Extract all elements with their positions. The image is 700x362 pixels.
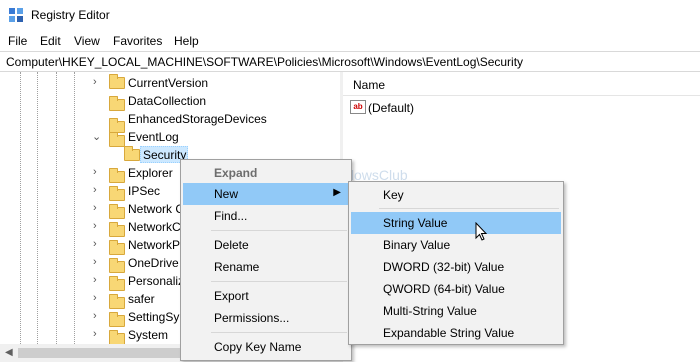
chevron-right-icon[interactable]: ›: [93, 202, 103, 214]
folder-icon: [109, 74, 125, 89]
menu-view[interactable]: View: [74, 34, 100, 48]
submenu-item-string-value[interactable]: String Value: [351, 212, 561, 234]
folder-icon: [109, 312, 125, 327]
title-bar: Registry Editor: [0, 0, 700, 30]
column-name-label: Name: [353, 78, 386, 92]
address-bar[interactable]: Computer\HKEY_LOCAL_MACHINE\SOFTWARE\Pol…: [0, 51, 700, 72]
context-item-expand[interactable]: Expand: [183, 162, 349, 184]
new-submenu: Key String Value Binary Value DWORD (32-…: [348, 181, 564, 345]
context-item-copy-key-name[interactable]: Copy Key Name: [183, 336, 349, 358]
chevron-right-icon[interactable]: ›: [93, 310, 103, 322]
menu-separator: [379, 208, 559, 209]
menu-help[interactable]: Help: [174, 34, 199, 48]
tree-guide-line: [56, 72, 57, 362]
context-item-label: Copy Key Name: [214, 340, 302, 354]
submenu-item-binary-value[interactable]: Binary Value: [351, 234, 561, 256]
address-path: Computer\HKEY_LOCAL_MACHINE\SOFTWARE\Pol…: [6, 55, 524, 69]
tree-guide-line: [20, 72, 21, 362]
menu-separator: [211, 332, 347, 333]
context-item-find[interactable]: Find...: [183, 205, 349, 227]
context-item-label: Export: [214, 289, 249, 303]
submenu-item-dword-value[interactable]: DWORD (32-bit) Value: [351, 256, 561, 278]
context-item-label: Expand: [214, 166, 258, 180]
submenu-item-label: Binary Value: [383, 238, 451, 252]
folder-icon: [109, 222, 125, 237]
context-item-label: Delete: [214, 238, 249, 252]
context-menu: Expand New ▶ Find... Delete Rename Expor…: [180, 159, 352, 361]
folder-icon: [124, 146, 140, 161]
chevron-right-icon[interactable]: ›: [93, 220, 103, 232]
submenu-item-label: String Value: [383, 216, 448, 230]
tree-item-settingsyr[interactable]: SettingSyr: [128, 310, 183, 324]
submenu-item-label: DWORD (32-bit) Value: [383, 260, 505, 274]
tree-guide-line: [74, 72, 75, 362]
tree-item-personaliz[interactable]: Personaliz: [128, 274, 184, 288]
scroll-left-icon[interactable]: ◀: [5, 347, 13, 358]
context-item-export[interactable]: Export: [183, 285, 349, 307]
submenu-item-label: QWORD (64-bit) Value: [383, 282, 505, 296]
submenu-item-qword-value[interactable]: QWORD (64-bit) Value: [351, 278, 561, 300]
chevron-right-icon[interactable]: ›: [93, 166, 103, 178]
context-item-delete[interactable]: Delete: [183, 234, 349, 256]
tree-item-ipsec[interactable]: IPSec: [128, 184, 160, 198]
menu-favorites[interactable]: Favorites: [113, 34, 162, 48]
chevron-down-icon[interactable]: ⌄: [92, 130, 102, 143]
chevron-right-icon[interactable]: ›: [93, 274, 103, 286]
folder-icon: [109, 240, 125, 255]
chevron-right-icon[interactable]: ›: [93, 292, 103, 304]
chevron-right-icon[interactable]: ›: [93, 184, 103, 196]
submenu-item-label: Key: [383, 188, 404, 202]
submenu-item-label: Expandable String Value: [383, 326, 515, 340]
tree-item-safer[interactable]: safer: [128, 292, 155, 306]
column-header-name[interactable]: Name: [343, 72, 700, 96]
chevron-right-icon[interactable]: ›: [93, 76, 103, 88]
menu-separator: [211, 230, 347, 231]
menu-file[interactable]: File: [8, 34, 27, 48]
tree-item-system[interactable]: System: [128, 328, 168, 342]
tree-item-explorer[interactable]: Explorer: [128, 166, 173, 180]
tree-item-onedrive[interactable]: OneDrive: [128, 256, 179, 270]
context-item-label: Find...: [214, 209, 248, 223]
context-item-new[interactable]: New ▶: [183, 183, 349, 205]
tree-item-currentversion[interactable]: CurrentVersion: [128, 76, 208, 90]
folder-icon: [109, 204, 125, 219]
chevron-right-icon[interactable]: ›: [93, 238, 103, 250]
tree-item-enhancedstoragedevices[interactable]: EnhancedStorageDevices: [128, 112, 267, 126]
submenu-arrow-icon: ▶: [333, 187, 341, 198]
submenu-item-multi-string-value[interactable]: Multi-String Value: [351, 300, 561, 322]
tree-item-networkp[interactable]: NetworkP: [128, 238, 180, 252]
folder-icon: [109, 276, 125, 291]
string-value-icon: ab: [350, 100, 366, 114]
registry-editor-icon: [9, 8, 23, 22]
folder-icon: [109, 258, 125, 273]
folder-icon: [109, 168, 125, 183]
menu-separator: [211, 281, 347, 282]
folder-icon: [109, 132, 125, 147]
context-item-label: Permissions...: [214, 311, 290, 325]
folder-icon: [109, 294, 125, 309]
chevron-right-icon[interactable]: ›: [93, 256, 103, 268]
context-item-label: Rename: [214, 260, 260, 274]
tree-item-network-c[interactable]: Network C: [128, 202, 184, 216]
submenu-item-key[interactable]: Key: [351, 184, 561, 206]
mouse-cursor-icon: [475, 222, 488, 241]
tree-item-eventlog[interactable]: EventLog: [128, 130, 179, 144]
menu-bar: File Edit View Favorites Help: [0, 31, 700, 51]
folder-icon: [109, 186, 125, 201]
tree-item-networkc[interactable]: NetworkC: [128, 220, 181, 234]
tree-item-datacollection[interactable]: DataCollection: [128, 94, 206, 108]
window-title: Registry Editor: [31, 8, 110, 22]
context-item-label: New: [214, 187, 239, 201]
submenu-item-expandable-string-value[interactable]: Expandable String Value: [351, 322, 561, 344]
context-item-rename[interactable]: Rename: [183, 256, 349, 278]
menu-edit[interactable]: Edit: [40, 34, 61, 48]
chevron-right-icon[interactable]: ›: [93, 328, 103, 340]
context-item-permissions[interactable]: Permissions...: [183, 307, 349, 329]
value-entry-default[interactable]: (Default): [368, 101, 414, 115]
submenu-item-label: Multi-String Value: [383, 304, 477, 318]
folder-icon: [109, 96, 125, 111]
tree-guide-line: [37, 72, 38, 362]
